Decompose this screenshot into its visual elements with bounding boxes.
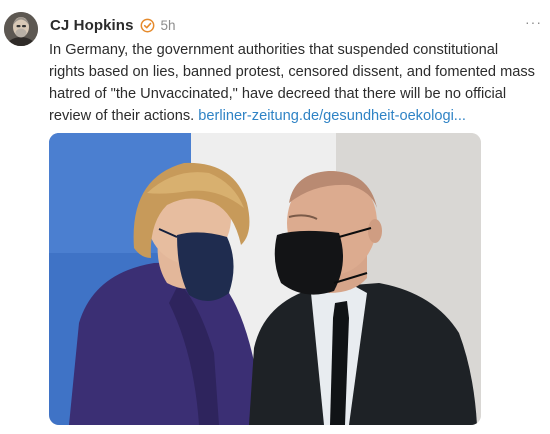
- post-header: CJ Hopkins 5h: [50, 15, 176, 35]
- avatar[interactable]: [4, 12, 38, 46]
- author-name[interactable]: CJ Hopkins: [50, 17, 134, 34]
- photo-illustration: [49, 133, 481, 425]
- post-timestamp[interactable]: 5h: [161, 18, 176, 33]
- post-link[interactable]: berliner-zeitung.de/gesundheit-oekologi.…: [198, 108, 466, 124]
- verified-check-icon: [140, 18, 154, 32]
- post-body: In Germany, the government authorities t…: [49, 39, 535, 127]
- user-avatar-icon: [4, 12, 38, 46]
- post-card: CJ Hopkins 5h ··· In Germany, the govern…: [0, 0, 550, 434]
- more-options-icon[interactable]: ···: [525, 14, 542, 30]
- post-image[interactable]: [49, 133, 481, 425]
